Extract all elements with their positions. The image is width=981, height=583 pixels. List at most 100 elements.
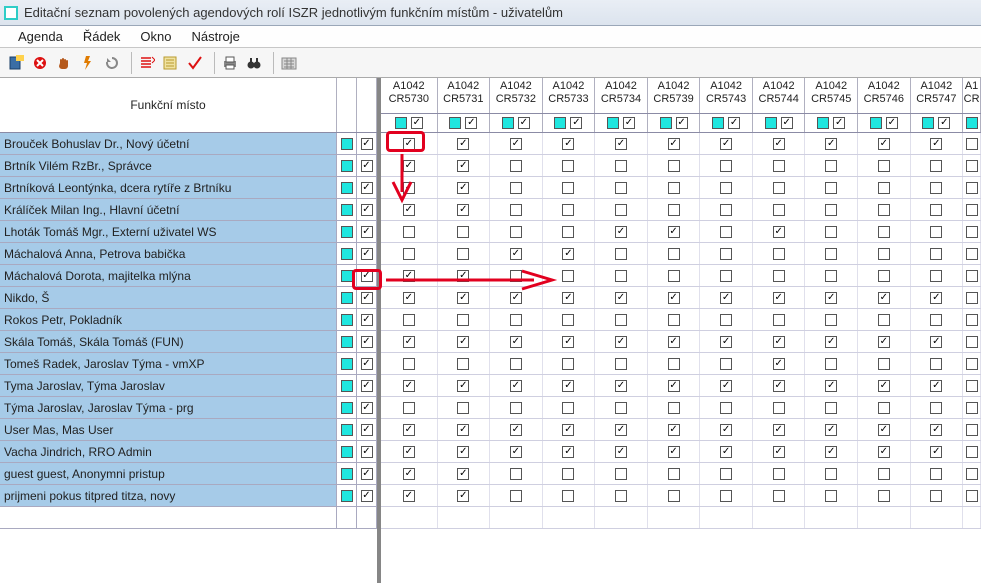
grid-cell[interactable] bbox=[490, 397, 543, 418]
grid-cell[interactable] bbox=[595, 309, 648, 330]
cell-checkbox[interactable] bbox=[930, 358, 942, 370]
cell-checkbox[interactable] bbox=[878, 248, 890, 260]
cell-checkbox[interactable] bbox=[825, 182, 837, 194]
grid-cell[interactable] bbox=[805, 155, 858, 176]
grid-cell[interactable]: ✓ bbox=[700, 375, 753, 396]
cell-checkbox[interactable]: ✓ bbox=[615, 380, 627, 392]
menu-nastroje[interactable]: Nástroje bbox=[181, 27, 249, 46]
filter-cyan-toggle[interactable] bbox=[502, 117, 514, 129]
grid-cell[interactable] bbox=[858, 221, 911, 242]
grid-cell[interactable] bbox=[858, 463, 911, 484]
cell-checkbox[interactable]: ✓ bbox=[825, 446, 837, 458]
grid-cell[interactable]: ✓ bbox=[753, 287, 806, 308]
cell-checkbox[interactable]: ✓ bbox=[930, 292, 942, 304]
cell-checkbox[interactable] bbox=[562, 490, 574, 502]
grid-cell[interactable]: ✓ bbox=[911, 419, 964, 440]
grid-cell[interactable] bbox=[381, 353, 438, 374]
grid-cell[interactable]: ✓ bbox=[490, 375, 543, 396]
cell-checkbox[interactable]: ✓ bbox=[615, 336, 627, 348]
tool-refresh-icon[interactable] bbox=[102, 53, 122, 73]
cell-checkbox[interactable]: ✓ bbox=[403, 138, 415, 150]
cell-checkbox[interactable] bbox=[615, 402, 627, 414]
cell-checkbox[interactable]: ✓ bbox=[773, 358, 785, 370]
cell-checkbox[interactable]: ✓ bbox=[720, 446, 732, 458]
cell-checkbox[interactable] bbox=[773, 204, 785, 216]
tool-list-yellow-icon[interactable] bbox=[161, 53, 181, 73]
cell-checkbox[interactable]: ✓ bbox=[720, 380, 732, 392]
grid-cell[interactable]: ✓ bbox=[700, 133, 753, 154]
column-header[interactable]: A1042 CR5745 bbox=[805, 78, 858, 113]
grid-cell[interactable] bbox=[543, 155, 596, 176]
cell-checkbox[interactable]: ✓ bbox=[457, 204, 469, 216]
cell-checkbox[interactable]: ✓ bbox=[403, 182, 415, 194]
grid-cell[interactable]: ✓ bbox=[700, 441, 753, 462]
grid-cell[interactable] bbox=[543, 177, 596, 198]
grid-cell[interactable]: ✓ bbox=[595, 331, 648, 352]
grid-cell[interactable] bbox=[911, 309, 964, 330]
grid-cell[interactable] bbox=[858, 353, 911, 374]
grid-cell[interactable] bbox=[543, 397, 596, 418]
row-master-checkbox[interactable]: ✓ bbox=[357, 155, 377, 176]
grid-cell[interactable] bbox=[543, 265, 596, 286]
grid-cell[interactable] bbox=[490, 155, 543, 176]
cell-checkbox[interactable]: ✓ bbox=[615, 292, 627, 304]
cell-checkbox[interactable]: ✓ bbox=[668, 336, 680, 348]
grid-cell[interactable]: ✓ bbox=[858, 133, 911, 154]
grid-cell[interactable] bbox=[595, 463, 648, 484]
table-row[interactable]: Tyma Jaroslav, Týma Jaroslav✓ bbox=[0, 375, 377, 397]
cell-checkbox[interactable] bbox=[615, 358, 627, 370]
cell-checkbox[interactable]: ✓ bbox=[562, 292, 574, 304]
grid-cell[interactable]: ✓ bbox=[438, 177, 491, 198]
table-row[interactable]: Brtník Vilém RzBr., Správce✓ bbox=[0, 155, 377, 177]
cell-checkbox[interactable]: ✓ bbox=[403, 160, 415, 172]
grid-cell[interactable]: ✓ bbox=[543, 331, 596, 352]
row-master-checkbox[interactable]: ✓ bbox=[357, 331, 377, 352]
grid-cell[interactable] bbox=[700, 177, 753, 198]
tool-cancel-icon[interactable] bbox=[30, 53, 50, 73]
cell-checkbox[interactable] bbox=[773, 468, 785, 480]
cell-checkbox[interactable] bbox=[878, 182, 890, 194]
filter-checkbox[interactable]: ✓ bbox=[886, 117, 898, 129]
row-master-checkbox[interactable]: ✓ bbox=[357, 485, 377, 506]
grid-cell[interactable]: ✓ bbox=[381, 155, 438, 176]
cell-checkbox[interactable] bbox=[966, 336, 978, 348]
grid-cell[interactable]: ✓ bbox=[753, 221, 806, 242]
grid-cell[interactable] bbox=[648, 309, 701, 330]
row-master-checkbox[interactable]: ✓ bbox=[357, 243, 377, 264]
cell-checkbox[interactable]: ✓ bbox=[403, 490, 415, 502]
grid-cell[interactable] bbox=[543, 485, 596, 506]
grid-cell[interactable] bbox=[490, 353, 543, 374]
grid-cell[interactable] bbox=[963, 441, 981, 462]
grid-cell[interactable] bbox=[858, 243, 911, 264]
cell-checkbox[interactable] bbox=[403, 314, 415, 326]
row-cyan-toggle[interactable] bbox=[337, 133, 357, 154]
cell-checkbox[interactable] bbox=[773, 160, 785, 172]
grid-cell[interactable]: ✓ bbox=[490, 243, 543, 264]
tool-flash-icon[interactable] bbox=[78, 53, 98, 73]
cell-checkbox[interactable]: ✓ bbox=[773, 292, 785, 304]
grid-cell[interactable] bbox=[963, 331, 981, 352]
column-header[interactable]: A1042 CR5739 bbox=[648, 78, 701, 113]
cell-checkbox[interactable]: ✓ bbox=[457, 490, 469, 502]
grid-cell[interactable] bbox=[543, 199, 596, 220]
cell-checkbox[interactable] bbox=[825, 204, 837, 216]
grid-cell[interactable] bbox=[753, 485, 806, 506]
cell-checkbox[interactable] bbox=[966, 380, 978, 392]
grid-cell[interactable] bbox=[911, 155, 964, 176]
cell-checkbox[interactable]: ✓ bbox=[615, 446, 627, 458]
filter-checkbox[interactable]: ✓ bbox=[570, 117, 582, 129]
cell-checkbox[interactable] bbox=[878, 226, 890, 238]
cell-checkbox[interactable]: ✓ bbox=[720, 336, 732, 348]
row-master-checkbox[interactable]: ✓ bbox=[357, 353, 377, 374]
cell-checkbox[interactable] bbox=[668, 204, 680, 216]
cell-checkbox[interactable] bbox=[562, 226, 574, 238]
grid-cell[interactable]: ✓ bbox=[381, 265, 438, 286]
grid-cell[interactable] bbox=[805, 353, 858, 374]
filter-cyan-toggle[interactable] bbox=[966, 117, 978, 129]
row-master-checkbox[interactable]: ✓ bbox=[357, 287, 377, 308]
grid-cell[interactable] bbox=[700, 463, 753, 484]
grid-cell[interactable]: ✓ bbox=[381, 199, 438, 220]
grid-cell[interactable] bbox=[911, 199, 964, 220]
grid-cell[interactable] bbox=[911, 397, 964, 418]
cell-checkbox[interactable] bbox=[966, 182, 978, 194]
